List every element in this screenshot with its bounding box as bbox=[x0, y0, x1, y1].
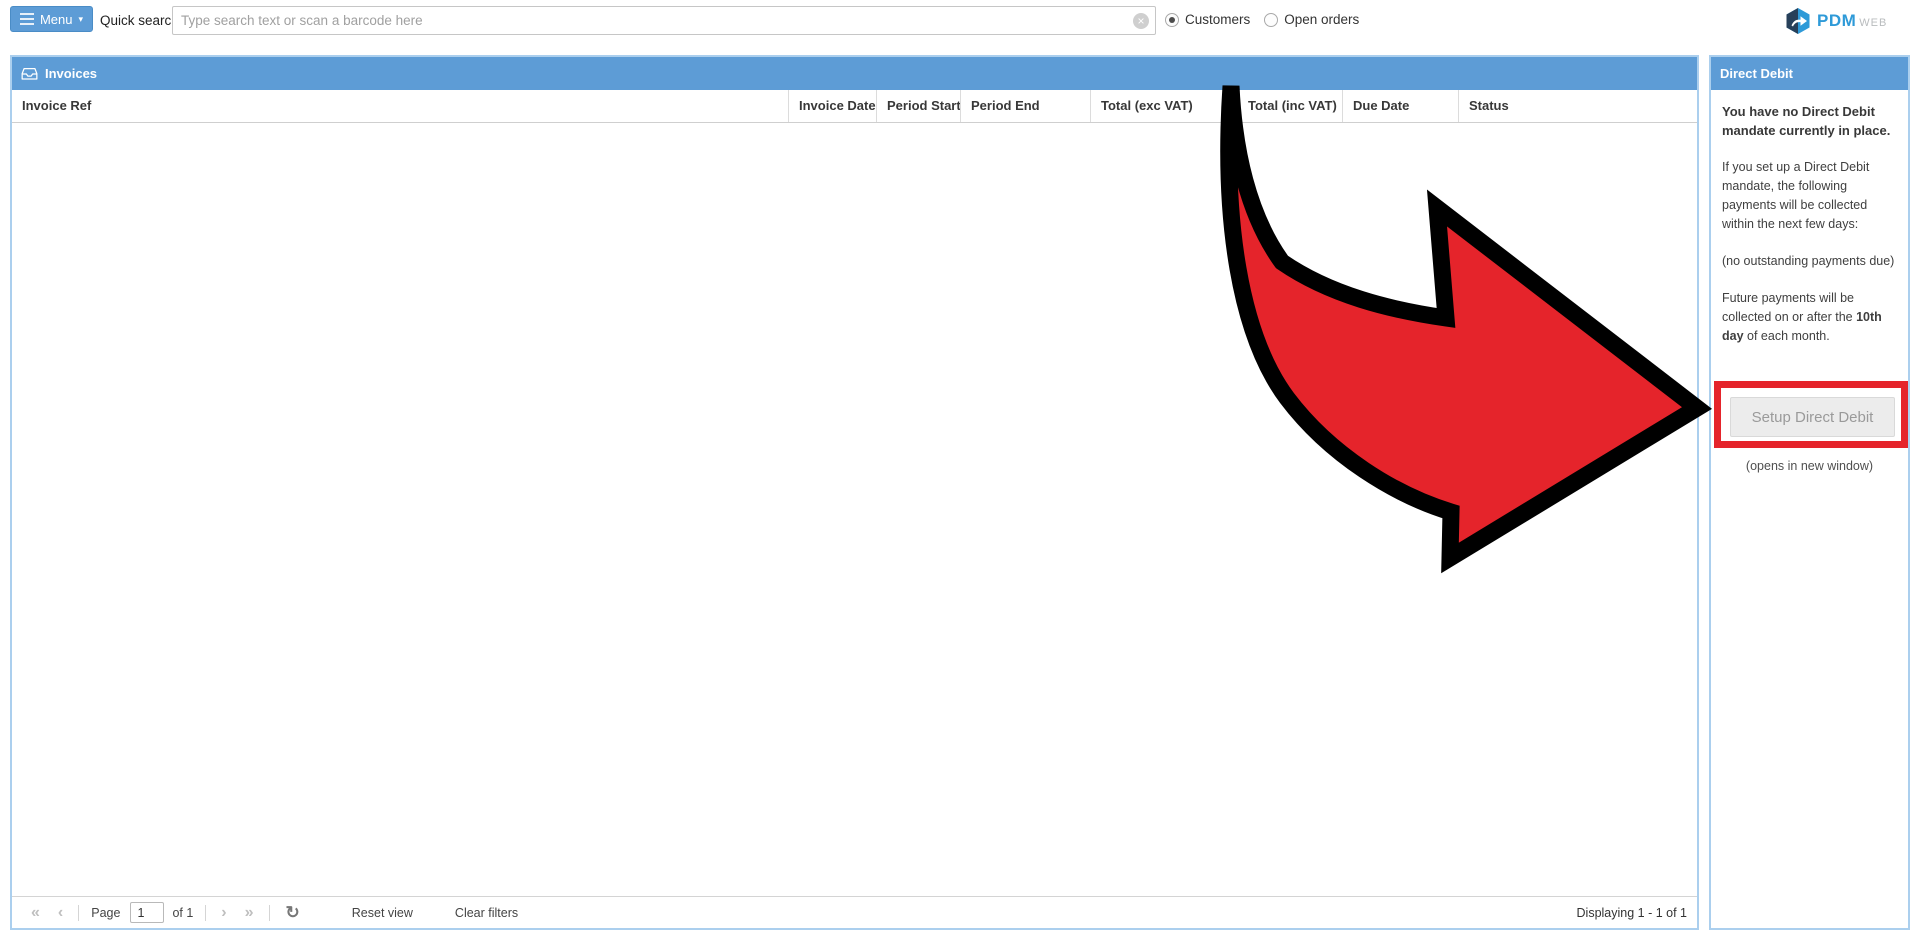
pdm-logo-icon bbox=[1784, 7, 1812, 35]
column-header-total-inc-vat[interactable]: Total (inc VAT) bbox=[1237, 90, 1342, 122]
hamburger-icon bbox=[20, 13, 34, 25]
column-header-invoice-ref[interactable]: Invoice Ref bbox=[12, 90, 788, 122]
direct-debit-panel-title: Direct Debit bbox=[1720, 66, 1793, 81]
logo-text-pdm: PDM bbox=[1817, 11, 1856, 31]
column-header-period-end[interactable]: Period End bbox=[960, 90, 1090, 122]
page-number-input[interactable] bbox=[130, 902, 164, 923]
opens-new-window-note: (opens in new window) bbox=[1711, 459, 1908, 473]
invoices-grid-header: Invoice Ref Invoice Date↓ Period Start P… bbox=[12, 90, 1697, 123]
invoices-panel-header: Invoices bbox=[12, 57, 1697, 90]
radio-open-orders-dot bbox=[1264, 13, 1278, 27]
radio-open-orders[interactable]: Open orders bbox=[1264, 12, 1359, 27]
direct-debit-body: You have no Direct Debit mandate current… bbox=[1711, 90, 1908, 346]
column-header-due-date[interactable]: Due Date bbox=[1342, 90, 1458, 122]
column-header-total-exc-vat[interactable]: Total (exc VAT) bbox=[1090, 90, 1237, 122]
menu-button-label: Menu bbox=[40, 12, 73, 27]
prev-page-icon[interactable]: ‹ bbox=[49, 904, 72, 922]
menu-button[interactable]: Menu ▾ bbox=[10, 6, 93, 32]
pdm-web-logo: PDM WEB bbox=[1784, 7, 1887, 35]
quick-search-label: Quick search: bbox=[100, 13, 183, 28]
reset-view-button[interactable]: Reset view bbox=[352, 906, 413, 920]
caret-down-icon: ▾ bbox=[79, 15, 84, 24]
search-scope-radios: Customers Open orders bbox=[1165, 12, 1359, 27]
invoices-grid-body bbox=[12, 123, 1697, 897]
top-bar: Menu ▾ Quick search: × Customers Open or… bbox=[0, 0, 1920, 48]
column-header-status[interactable]: Status bbox=[1458, 90, 1697, 122]
column-header-period-start[interactable]: Period Start bbox=[876, 90, 960, 122]
radio-open-orders-label: Open orders bbox=[1284, 12, 1359, 27]
direct-debit-panel: Direct Debit You have no Direct Debit ma… bbox=[1709, 55, 1910, 930]
invoices-toolbar: « ‹ Page of 1 › » ↻ Reset view Clear fil… bbox=[12, 896, 1697, 928]
inbox-icon bbox=[21, 67, 38, 81]
search-input[interactable] bbox=[173, 8, 1133, 33]
invoices-panel: Invoices Invoice Ref Invoice Date↓ Perio… bbox=[10, 55, 1699, 930]
invoices-panel-title: Invoices bbox=[45, 66, 97, 81]
setup-direct-debit-button[interactable]: Setup Direct Debit bbox=[1730, 397, 1895, 437]
direct-debit-panel-header: Direct Debit bbox=[1711, 57, 1908, 90]
radio-customers[interactable]: Customers bbox=[1165, 12, 1250, 27]
next-page-icon[interactable]: › bbox=[212, 904, 235, 922]
no-mandate-text: You have no Direct Debit mandate current… bbox=[1722, 102, 1898, 140]
future-payments-text: Future payments will be collected on or … bbox=[1722, 289, 1898, 346]
first-page-icon[interactable]: « bbox=[22, 904, 49, 922]
page-label: Page bbox=[91, 906, 120, 920]
logo-text-web: WEB bbox=[1859, 14, 1887, 29]
radio-customers-dot bbox=[1165, 13, 1179, 27]
clear-filters-button[interactable]: Clear filters bbox=[455, 906, 518, 920]
radio-customers-label: Customers bbox=[1185, 12, 1250, 27]
displaying-status: Displaying 1 - 1 of 1 bbox=[1577, 906, 1687, 920]
refresh-icon[interactable]: ↻ bbox=[276, 903, 310, 923]
setup-info-text: If you set up a Direct Debit mandate, th… bbox=[1722, 158, 1898, 234]
page-of-label: of 1 bbox=[172, 906, 193, 920]
column-header-invoice-date[interactable]: Invoice Date↓ bbox=[788, 90, 876, 122]
quick-search-box: × bbox=[172, 6, 1156, 35]
no-outstanding-text: (no outstanding payments due) bbox=[1722, 252, 1898, 271]
last-page-icon[interactable]: » bbox=[236, 904, 263, 922]
clear-search-icon[interactable]: × bbox=[1133, 13, 1149, 29]
